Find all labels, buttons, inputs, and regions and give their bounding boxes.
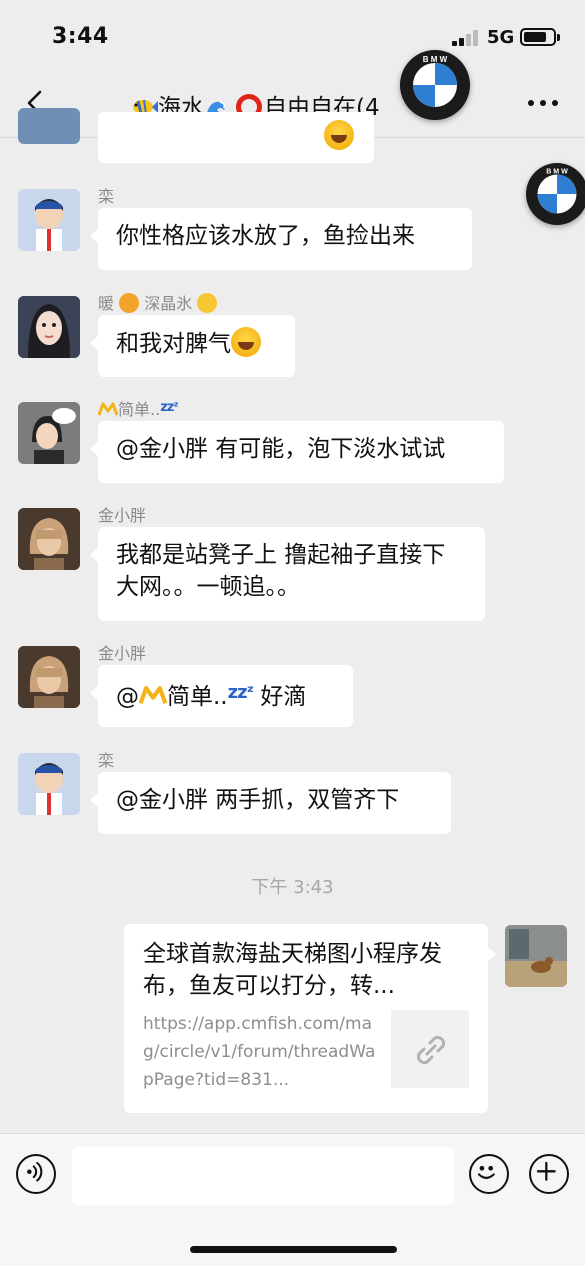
message-bubble: @金小胖 两手抓，双管齐下 (90, 772, 451, 834)
sender-name: 栾 (98, 187, 115, 206)
laugh-emoji-icon (324, 120, 354, 150)
link-thumbnail (391, 1010, 469, 1088)
message-bubble: 你性格应该水放了，鱼捡出来 (90, 208, 472, 270)
battery-icon (520, 28, 560, 46)
home-indicator[interactable] (190, 1246, 397, 1253)
voice-icon[interactable] (16, 1154, 56, 1194)
link-icon (416, 1035, 446, 1065)
message-timestamp: 下午 3:43 (251, 877, 334, 898)
message-bubble: 我都是站凳子上 撸起袖子直接下大网。。一顿追。。 (90, 527, 485, 621)
status-bar: 3:44 5G (0, 0, 585, 70)
message-text-suffix: 好滴 (253, 684, 307, 710)
link-card[interactable]: 全球首款海盐天梯图小程序发布，鱼友可以打分，转... https://app.c… (124, 924, 496, 1113)
avatar[interactable] (18, 402, 80, 464)
message-bubble: @ 简单..zzᶻ 好滴 (90, 665, 353, 727)
tiger-emoji-icon (119, 293, 140, 313)
avatar[interactable] (18, 646, 80, 708)
my-avatar[interactable] (505, 925, 567, 987)
network-type: 5G (487, 27, 515, 48)
message-bubble (98, 112, 374, 163)
avatar[interactable] (18, 753, 80, 815)
bmw-logo-icon[interactable]: B M W (526, 163, 585, 225)
svg-text:B M W: B M W (546, 168, 568, 176)
sender-name-text: 简单.. (118, 400, 161, 419)
crown-icon (98, 402, 118, 416)
more-icon[interactable] (528, 100, 558, 108)
sender-name: 简单..zzᶻ (98, 396, 179, 420)
message-text-prefix: @ (116, 684, 139, 710)
sleep-zz-icon: zzᶻ (227, 682, 254, 703)
laugh-emoji-icon (231, 327, 261, 357)
message-input[interactable] (72, 1147, 454, 1205)
sender-name: 暖 深晶氷 (98, 290, 218, 314)
avatar[interactable] (18, 189, 80, 251)
sender-name: 栾 (98, 751, 115, 770)
emoji-icon[interactable] (469, 1154, 509, 1194)
add-icon[interactable] (529, 1154, 569, 1194)
sender-name: 金小胖 (98, 644, 147, 663)
bmw-logo-icon[interactable]: B M W (400, 50, 470, 120)
message-text: 和我对脾气 (116, 331, 231, 357)
sender-name: 金小胖 (98, 506, 147, 525)
message-mention: 简单.. (167, 684, 228, 710)
message-bubble: @金小胖 有可能，泡下淡水试试 (90, 421, 504, 483)
sleep-zz-icon: zzᶻ (160, 400, 179, 415)
link-card-title: 全球首款海盐天梯图小程序发布，鱼友可以打分，转... (143, 941, 442, 999)
svg-text:B M W: B M W (423, 55, 448, 64)
zany-face-emoji-icon (197, 293, 218, 313)
signal-icon (452, 30, 480, 46)
avatar[interactable] (18, 508, 80, 570)
sender-name-text: 暖 (98, 294, 115, 313)
status-time: 3:44 (52, 24, 109, 49)
link-card-url: https://app.cmfish.com/mag/circle/v1/for… (143, 1014, 376, 1090)
avatar[interactable] (18, 108, 80, 144)
message-bubble: 和我对脾气 (90, 315, 295, 377)
crown-icon (139, 686, 167, 704)
sender-name-suffix: 深晶氷 (144, 294, 193, 313)
avatar[interactable] (18, 296, 80, 358)
